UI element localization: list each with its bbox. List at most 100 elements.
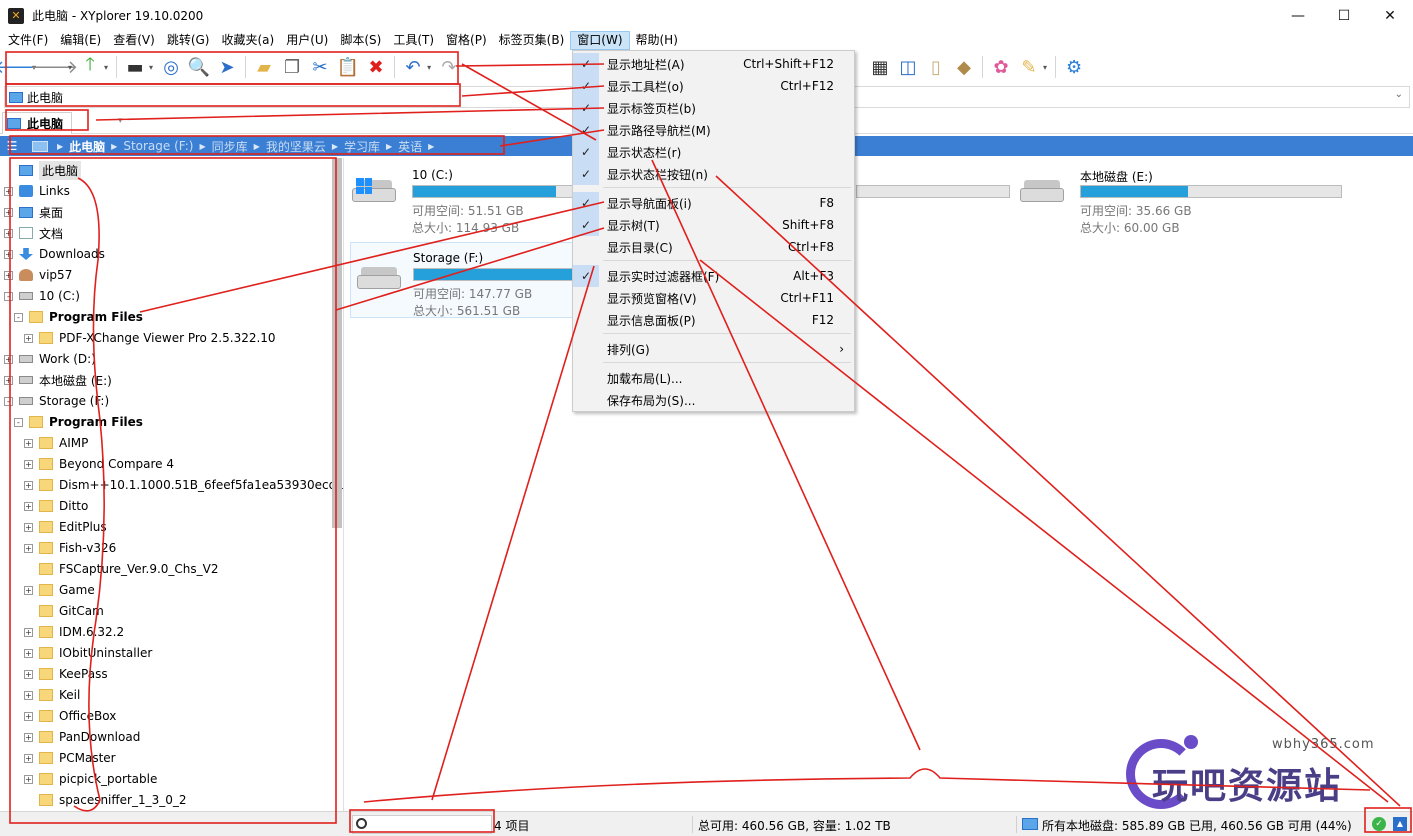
grid-icon[interactable]: ▦: [866, 53, 894, 81]
tree-item[interactable]: + picpick_portable: [24, 769, 157, 789]
undo-icon[interactable]: ↶: [399, 53, 427, 81]
tree-item[interactable]: + PanDownload: [24, 727, 140, 747]
breadcrumb-item[interactable]: 此电脑: [66, 138, 108, 155]
breadcrumb-item[interactable]: 我的坚果云: [263, 138, 329, 155]
tree-item[interactable]: - Program Files: [14, 307, 143, 327]
menu-item[interactable]: 加载布局(L)...: [573, 367, 854, 389]
tab-this-pc[interactable]: 此电脑: [2, 112, 73, 134]
back-icon[interactable]: 🡐: [0, 53, 42, 81]
close-button[interactable]: ✕: [1367, 0, 1413, 31]
paste-icon[interactable]: 📋: [334, 53, 362, 81]
menu-window[interactable]: 窗口(W): [570, 31, 630, 50]
collapse-icon[interactable]: -: [4, 396, 13, 406]
tree-item[interactable]: - 10 (C:): [4, 286, 80, 306]
collapse-icon[interactable]: -: [14, 417, 23, 427]
new-folder-icon[interactable]: ▰: [250, 53, 278, 81]
breadcrumb-item[interactable]: 同步库: [209, 138, 251, 155]
address-input[interactable]: 此电脑: [27, 89, 63, 106]
menu-favorites[interactable]: 收藏夹(a): [215, 31, 280, 50]
tree-item[interactable]: + AIMP: [24, 433, 88, 453]
breadcrumb-item[interactable]: 学习库: [341, 138, 383, 155]
tree-item[interactable]: + PDF-XChange Viewer Pro 2.5.322.10: [24, 328, 276, 348]
chevron-down-icon[interactable]: ⌄: [1395, 89, 1403, 100]
menu-item[interactable]: 显示预览窗格(V) Ctrl+F11: [573, 287, 854, 309]
colors-icon[interactable]: ✿: [987, 53, 1015, 81]
up-icon[interactable]: 🡑: [76, 53, 104, 81]
delete-icon[interactable]: ✖: [362, 53, 390, 81]
expand-icon[interactable]: +: [24, 333, 33, 343]
expand-icon[interactable]: +: [24, 522, 33, 532]
target-icon[interactable]: ◎: [157, 53, 185, 81]
expand-icon[interactable]: +: [4, 354, 13, 364]
redo-icon[interactable]: ↷: [435, 53, 463, 81]
tree-item[interactable]: FSCapture_Ver.9.0_Chs_V2: [24, 559, 219, 579]
menu-item[interactable]: ✓ 显示状态栏(r): [573, 141, 854, 163]
menu-item[interactable]: ✓ 显示树(T) Shift+F8: [573, 214, 854, 236]
menu-item[interactable]: ✓ 显示工具栏(o) Ctrl+F12: [573, 75, 854, 97]
forward-icon[interactable]: 🡒: [30, 53, 78, 81]
cut-icon[interactable]: ✂: [306, 53, 334, 81]
tree-item[interactable]: GitCam: [24, 601, 104, 621]
drive-tile-d-partial[interactable]: [856, 160, 1016, 230]
tree-item[interactable]: spacesniffer_1_3_0_2: [24, 790, 187, 810]
minimize-button[interactable]: —: [1275, 0, 1321, 31]
computer-dropdown[interactable]: ▾: [149, 63, 153, 72]
tree-item[interactable]: + Ditto: [24, 496, 88, 516]
expand-icon[interactable]: +: [24, 690, 33, 700]
tree-item[interactable]: 此电脑: [4, 160, 82, 180]
expand-icon[interactable]: +: [24, 585, 33, 595]
menu-item[interactable]: ✓ 显示导航面板(i) F8: [573, 192, 854, 214]
menu-item[interactable]: 显示信息面板(P) F12: [573, 309, 854, 331]
status-up-icon[interactable]: ▲: [1393, 817, 1407, 831]
tools-icon[interactable]: ✎: [1015, 53, 1043, 81]
menu-item[interactable]: ✓ 显示实时过滤器框(F) Alt+F3: [573, 265, 854, 287]
expand-icon[interactable]: +: [24, 669, 33, 679]
menu-panes[interactable]: 窗格(P): [440, 31, 493, 50]
menu-go[interactable]: 跳转(G): [161, 31, 216, 50]
tree-item[interactable]: + EditPlus: [24, 517, 107, 537]
menu-tabsets[interactable]: 标签页集(B): [493, 31, 571, 50]
breadcrumb-menu-icon[interactable]: ☰: [0, 139, 24, 153]
tree-item[interactable]: + IDM.6.32.2: [24, 622, 124, 642]
expand-icon[interactable]: +: [4, 207, 13, 217]
tree-item[interactable]: + vip57: [4, 265, 72, 285]
search-icon[interactable]: 🔍: [185, 53, 213, 81]
expand-icon[interactable]: +: [24, 648, 33, 658]
panes-icon[interactable]: ◫: [894, 53, 922, 81]
tree-item[interactable]: + Beyond Compare 4: [24, 454, 174, 474]
drive-tile-e[interactable]: 本地磁盘 (E:) 可用空间: 35.66 GB 总大小: 60.00 GB: [1014, 160, 1354, 235]
tag-icon[interactable]: ◆: [950, 53, 978, 81]
tree-item[interactable]: + 本地磁盘 (E:): [4, 370, 112, 390]
expand-icon[interactable]: +: [4, 249, 13, 259]
expand-icon[interactable]: +: [24, 438, 33, 448]
collapse-icon[interactable]: -: [14, 312, 23, 322]
tree-item[interactable]: + 文档: [4, 223, 63, 243]
computer-icon[interactable]: ▬: [121, 53, 149, 81]
menu-item[interactable]: 保存布局为(S)...: [573, 389, 854, 411]
menu-edit[interactable]: 编辑(E): [54, 31, 107, 50]
expand-icon[interactable]: +: [24, 753, 33, 763]
copy-icon[interactable]: ❐: [278, 53, 306, 81]
tools-dropdown[interactable]: ▾: [1043, 63, 1047, 72]
menu-item[interactable]: 排列(G) ›: [573, 338, 854, 360]
expand-icon[interactable]: +: [24, 774, 33, 784]
tree-item[interactable]: + IObitUninstaller: [24, 643, 152, 663]
expand-icon[interactable]: +: [4, 186, 13, 196]
tree-item[interactable]: + Dism++10.1.1000.51B_6feef5fa1ea53930ecd…: [24, 475, 343, 495]
menu-item[interactable]: ✓ 显示状态栏按钮(n): [573, 163, 854, 185]
expand-icon[interactable]: +: [24, 501, 33, 511]
live-filter-box[interactable]: [352, 815, 492, 834]
menu-script[interactable]: 脚本(S): [334, 31, 387, 50]
tree-item[interactable]: + PCMaster: [24, 748, 116, 768]
menu-item[interactable]: ✓ 显示标签页栏(b): [573, 97, 854, 119]
tree-item[interactable]: - Program Files: [14, 412, 143, 432]
menu-user[interactable]: 用户(U): [280, 31, 334, 50]
collapse-icon[interactable]: -: [4, 291, 13, 301]
settings-icon[interactable]: ⚙: [1060, 53, 1088, 81]
tree-item[interactable]: + Work (D:): [4, 349, 96, 369]
tree-item[interactable]: + Game: [24, 580, 95, 600]
preview-icon[interactable]: ▯: [922, 53, 950, 81]
menu-file[interactable]: 文件(F): [2, 31, 54, 50]
expand-icon[interactable]: +: [24, 480, 33, 490]
expand-icon[interactable]: +: [4, 228, 13, 238]
